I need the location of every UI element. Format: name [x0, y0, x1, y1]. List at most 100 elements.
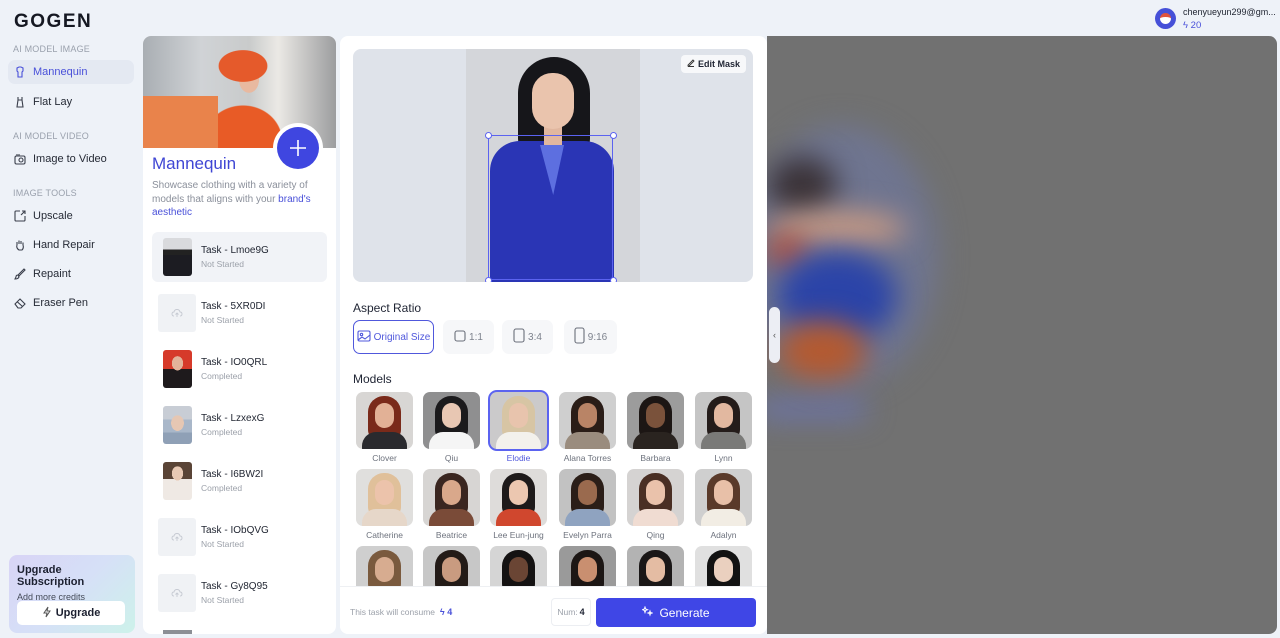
panel-description: Showcase clothing with a variety of mode… — [152, 179, 330, 220]
user-account[interactable]: chenyueyun299@gm... ϟ 20 — [1155, 7, 1276, 31]
user-avatar-icon — [1155, 8, 1176, 29]
panel-title: Mannequin — [152, 154, 237, 173]
sidebar-item-eraser-pen[interactable]: Eraser Pen — [8, 291, 134, 315]
cloud-upload-icon — [171, 589, 183, 597]
mannequin-icon — [14, 66, 26, 78]
sidebar-item-label: Upscale — [33, 210, 73, 222]
aspect-label: 1:1 — [469, 331, 483, 343]
upload-placeholder — [158, 574, 196, 612]
task-item[interactable]: Task - IObQVG Not Started — [152, 512, 327, 562]
task-item[interactable]: Task - I6BW2I Completed — [152, 456, 327, 506]
model-name: Qing — [646, 530, 665, 540]
model-option[interactable]: Alana Torres — [559, 392, 616, 463]
sidebar-item-label: Eraser Pen — [33, 297, 89, 309]
model-name: Lynn — [714, 453, 733, 463]
model-photo — [490, 392, 547, 449]
model-option[interactable]: Clover — [356, 392, 413, 463]
gogen-logo[interactable]: GOGEN — [14, 11, 92, 33]
aspect-9-16[interactable]: 9:16 — [564, 320, 617, 354]
mask-handle-bottom-right[interactable] — [610, 277, 617, 282]
video-icon — [14, 153, 26, 165]
model-name: Adalyn — [710, 530, 737, 540]
task-text: Task - IO0QRL Completed — [201, 357, 267, 381]
user-credits: ϟ 20 — [1183, 20, 1276, 31]
upgrade-title: Upgrade Subscription — [17, 564, 85, 588]
pen-icon — [687, 59, 695, 69]
preview-area — [767, 36, 1277, 634]
upgrade-card: Upgrade Subscription Add more credits Up… — [9, 555, 135, 633]
sidebar-item-mannequin[interactable]: Mannequin — [8, 60, 134, 84]
sidebar-item-image-to-video[interactable]: Image to Video — [8, 147, 134, 171]
model-photo — [695, 392, 752, 449]
model-name: Lee Eun-jung — [493, 530, 544, 540]
square-icon — [454, 329, 466, 345]
task-thumbnail — [163, 406, 192, 444]
aspect-1-1[interactable]: 1:1 — [443, 320, 494, 354]
task-text: Task - IObQVG Not Started — [201, 525, 269, 549]
add-task-button[interactable] — [277, 127, 319, 169]
model-option[interactable]: Qing — [627, 469, 684, 540]
task-name: Task - IObQVG — [201, 525, 269, 536]
task-item[interactable]: Task - Lmoe9G Not Started — [152, 232, 327, 282]
mask-handle-top-right[interactable] — [610, 132, 617, 139]
cloud-upload-icon — [171, 533, 183, 541]
num-selector[interactable]: Num: 4 — [551, 598, 591, 626]
model-name: Alana Torres — [563, 453, 612, 463]
sidebar-item-repaint[interactable]: Repaint — [8, 262, 134, 286]
user-email: chenyueyun299@gm... — [1183, 7, 1276, 17]
sidebar-item-label: Mannequin — [33, 66, 88, 78]
aspect-label: 3:4 — [528, 331, 542, 343]
aspect-3-4[interactable]: 3:4 — [502, 320, 553, 354]
model-photo — [559, 392, 616, 449]
sidebar-item-label: Image to Video — [33, 153, 107, 165]
generate-label: Generate — [659, 605, 710, 620]
model-photo — [423, 392, 480, 449]
model-option[interactable]: Adalyn — [695, 469, 752, 540]
task-status: Not Started — [201, 539, 244, 549]
model-option[interactable]: Evelyn Parra — [559, 469, 616, 540]
model-photo — [423, 469, 480, 526]
model-option[interactable]: Elodie — [490, 392, 547, 463]
cloud-upload-icon — [171, 309, 183, 317]
task-item[interactable]: Task - Gy8Q95 Not Started — [152, 568, 327, 618]
mask-handle-bottom-left[interactable] — [485, 277, 492, 282]
model-option[interactable]: Qiu — [423, 392, 480, 463]
aspect-original-size[interactable]: Original Size — [353, 320, 434, 354]
model-option[interactable]: Beatrice — [423, 469, 480, 540]
task-item[interactable]: Task - 5XR0DI Not Started — [152, 288, 327, 338]
sidebar-item-flat-lay[interactable]: Flat Lay — [8, 90, 134, 114]
image-icon — [357, 329, 371, 345]
consume-label: This task will consume — [350, 607, 436, 617]
task-name: Task - LzxexG — [201, 413, 265, 424]
chevron-left-icon: ‹ — [773, 330, 776, 340]
sidebar-item-upscale[interactable]: Upscale — [8, 204, 134, 228]
credits-value: 20 — [1190, 20, 1202, 31]
collapse-panel-button[interactable]: ‹ — [769, 307, 780, 363]
task-name: Task - I6BW2I — [201, 469, 264, 480]
model-option[interactable]: Lynn — [695, 392, 752, 463]
task-item[interactable]: Task - LzxexG Completed — [152, 400, 327, 450]
edit-mask-button[interactable]: Edit Mask — [680, 55, 746, 73]
image-canvas[interactable]: Edit Mask — [353, 49, 753, 282]
model-name: Qiu — [444, 453, 459, 463]
lightning-icon — [42, 606, 52, 621]
mask-handle-top-left[interactable] — [485, 132, 492, 139]
mask-selection-box[interactable] — [488, 135, 613, 280]
consume-value: ϟ 4 — [437, 607, 452, 617]
upload-placeholder — [158, 518, 196, 556]
upgrade-button-label: Upgrade — [55, 607, 101, 619]
generate-button[interactable]: Generate — [596, 598, 756, 627]
model-option[interactable]: Lee Eun-jung — [490, 469, 547, 540]
task-item-partial[interactable] — [163, 630, 192, 634]
task-status: Completed — [201, 371, 243, 381]
sparkle-icon — [641, 604, 655, 620]
task-item[interactable]: Task - IO0QRL Completed — [152, 344, 327, 394]
upgrade-button[interactable]: Upgrade — [17, 601, 125, 625]
task-text: Task - Lmoe9G Not Started — [201, 245, 269, 269]
model-name: Evelyn Parra — [563, 530, 612, 540]
models-label: Models — [353, 372, 392, 386]
sidebar-item-hand-repair[interactable]: Hand Repair — [8, 233, 134, 257]
model-name: Catherine — [366, 530, 403, 540]
model-option[interactable]: Barbara — [627, 392, 684, 463]
model-option[interactable]: Catherine — [356, 469, 413, 540]
